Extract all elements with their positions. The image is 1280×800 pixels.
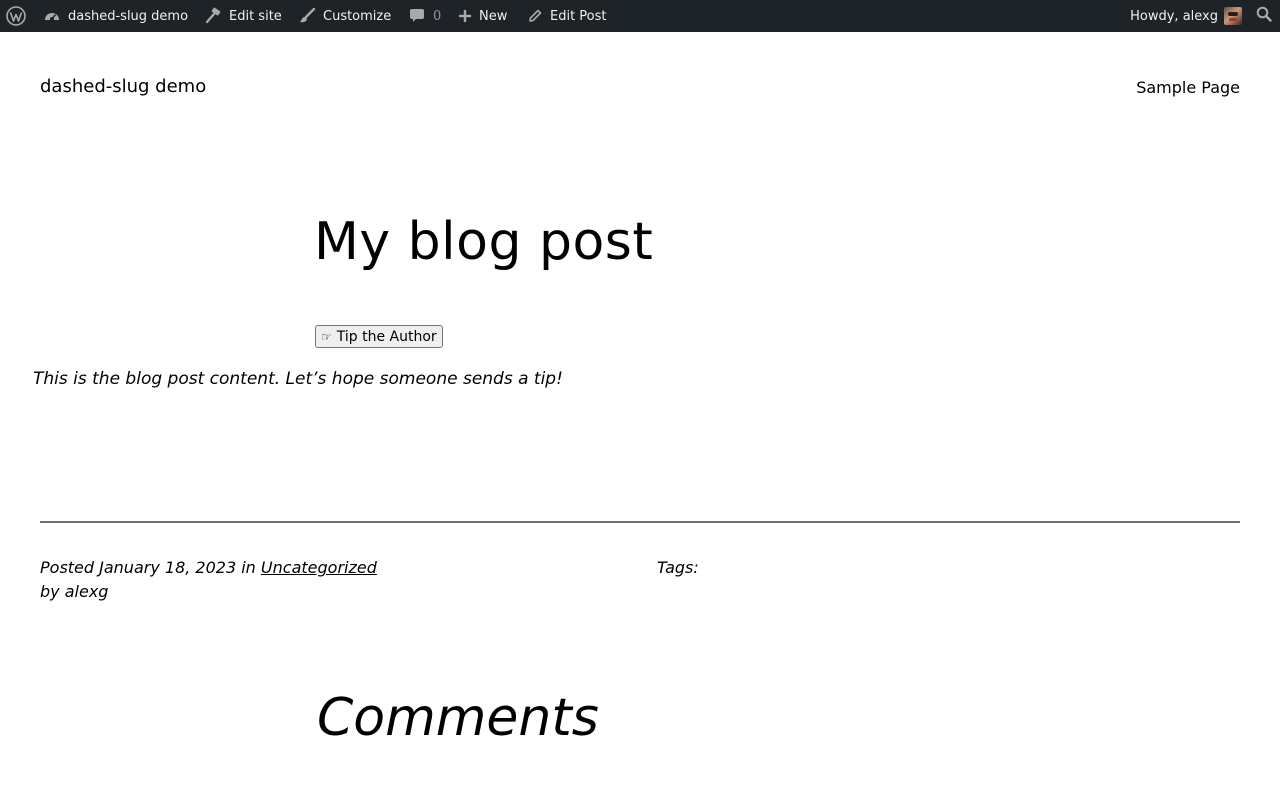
edit-site-link[interactable]: Edit site	[204, 0, 282, 32]
search-icon	[1256, 6, 1272, 26]
howdy-label: Howdy, alexg	[1130, 8, 1218, 24]
admin-search-button[interactable]	[1248, 0, 1280, 32]
tags-label: Tags:	[657, 558, 699, 577]
customize-link[interactable]: Customize	[298, 0, 391, 32]
new-label: New	[479, 8, 508, 24]
post-content: This is the blog post content. Let’s hop…	[33, 369, 563, 389]
brush-icon	[298, 7, 316, 25]
wordpress-logo-button[interactable]	[6, 0, 28, 32]
post-author-line: by alexg	[40, 580, 377, 604]
post-author: alexg	[64, 582, 109, 601]
comments-count: 0	[433, 8, 442, 24]
post-tags: Tags:	[657, 556, 699, 580]
site-name-link[interactable]: dashed-slug demo	[43, 0, 188, 32]
post-date: January 18, 2023	[99, 558, 237, 577]
tip-button-label: Tip the Author	[336, 328, 437, 345]
tip-the-author-button[interactable]: ☞ Tip the Author	[315, 325, 443, 348]
edit-post-link[interactable]: Edit Post	[527, 0, 607, 32]
customize-label: Customize	[323, 8, 392, 24]
edit-site-label: Edit site	[229, 8, 282, 24]
dashboard-icon	[43, 7, 61, 25]
admin-bar: dashed-slug demo Edit site Customize 0 N…	[0, 0, 1280, 32]
nav-item-sample-page[interactable]: Sample Page	[1136, 78, 1240, 97]
hammer-icon	[204, 7, 222, 25]
site-name-label: dashed-slug demo	[68, 8, 189, 24]
post-title: My blog post	[314, 212, 654, 272]
pointing-hand-icon: ☞	[321, 329, 332, 344]
posted-prefix: Posted	[40, 558, 95, 577]
avatar	[1224, 7, 1242, 25]
in-word: in	[241, 558, 256, 577]
comments-heading: Comments	[317, 688, 599, 748]
comments-link[interactable]: 0	[408, 0, 441, 32]
comment-bubble-icon	[408, 7, 426, 25]
my-account-menu[interactable]: Howdy, alexg	[1130, 0, 1242, 32]
plus-icon	[458, 9, 472, 23]
post-date-line: Posted January 18, 2023 in Uncategorized	[40, 556, 377, 580]
by-prefix: by	[40, 582, 60, 601]
pencil-icon	[527, 8, 543, 24]
post-meta: Posted January 18, 2023 in Uncategorized…	[40, 556, 377, 604]
site-title[interactable]: dashed-slug demo	[40, 76, 206, 97]
category-link[interactable]: Uncategorized	[261, 558, 377, 577]
wordpress-logo-icon	[6, 6, 26, 26]
edit-post-label: Edit Post	[550, 8, 607, 24]
separator	[40, 521, 1240, 523]
new-content-link[interactable]: New	[458, 0, 507, 32]
